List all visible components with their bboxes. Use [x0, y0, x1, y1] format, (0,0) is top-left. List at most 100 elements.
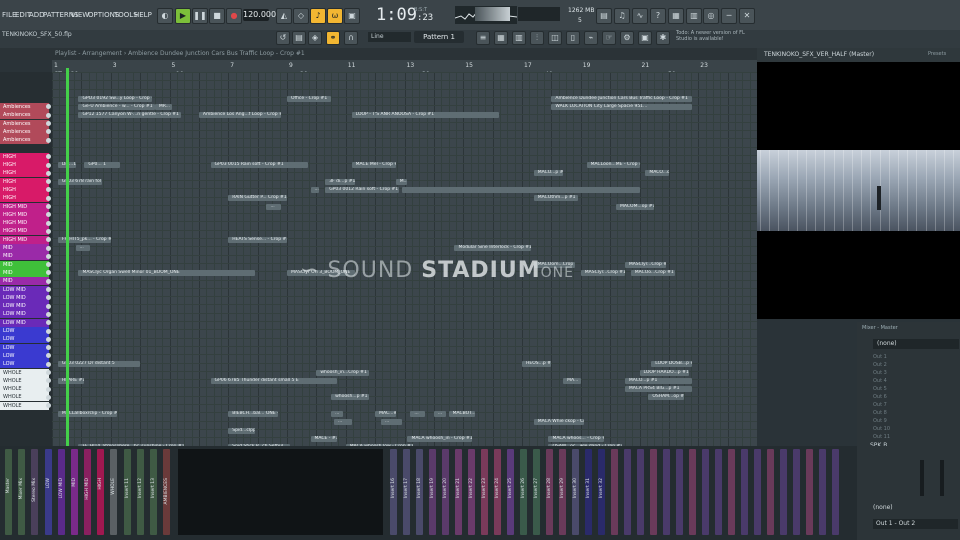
minimize-icon[interactable]: ─: [721, 8, 737, 24]
playlist-clip[interactable]: MACA whoos... - Crop #1: [548, 435, 605, 442]
playlist-clip[interactable]: MASClyr...Crop #1: [624, 261, 666, 268]
timeline-ruler[interactable]: [52, 60, 757, 72]
playlist-clip[interactable]: MACE - #1: [310, 435, 337, 442]
track-label[interactable]: LOW: [0, 327, 49, 335]
playlist-clip[interactable]: OSHAM...op #1: [648, 394, 684, 401]
playlist-clip[interactable]: MACO...op #1: [645, 170, 669, 177]
track-mute-icon[interactable]: [46, 195, 51, 201]
playhead[interactable]: [66, 68, 69, 446]
mixer-strip-extra[interactable]: [689, 449, 696, 535]
mixer-out-item[interactable]: Out 6: [873, 394, 887, 400]
track-mute-icon[interactable]: [46, 212, 51, 218]
tempo-display[interactable]: 120.000: [243, 9, 276, 21]
mixer-strip-extra[interactable]: [754, 449, 761, 535]
track-label[interactable]: LOW MID: [0, 318, 49, 327]
mixer-strip-extra[interactable]: [832, 449, 839, 535]
track-label[interactable]: HIGH: [0, 177, 49, 186]
playlist-clip[interactable]: GP03 678 rain fol: [57, 178, 102, 185]
mixer-input-select[interactable]: (none): [873, 339, 959, 349]
mixer-output-select[interactable]: Out 1 - Out 2: [873, 519, 958, 529]
playlist-clip[interactable]: MACA Whie ckop - Crop #1: [533, 419, 584, 426]
track-mute-icon[interactable]: [46, 137, 51, 143]
chat-icon[interactable]: ◎: [703, 8, 719, 24]
mixer-output-none[interactable]: (none): [873, 503, 955, 512]
playlist-clip[interactable]: ...: [266, 203, 282, 210]
track-mute-icon[interactable]: [46, 204, 51, 209]
track-mute-icon[interactable]: [46, 336, 51, 342]
file-icon[interactable]: ▯: [566, 31, 580, 45]
track-mute-icon[interactable]: [46, 187, 51, 193]
mixer-strip-extra[interactable]: [650, 449, 657, 535]
track-label[interactable]: LOW MID: [0, 285, 49, 294]
playlist-clip[interactable]: HEOS...p #1: [522, 361, 552, 368]
mixer-strip[interactable]: [71, 449, 78, 535]
track-mute-icon[interactable]: [46, 262, 51, 268]
track-label[interactable]: LOW: [0, 335, 49, 344]
record-icon[interactable]: ●: [226, 8, 242, 24]
help-icon[interactable]: ?: [650, 8, 666, 24]
playlist-clip[interactable]: GP03 0012 Rain soft - Crop #1: [325, 186, 399, 193]
magnet-icon[interactable]: ∩: [344, 31, 358, 45]
video-icon[interactable]: ▣: [638, 31, 652, 45]
track-mute-icon[interactable]: [46, 245, 51, 251]
mic-icon[interactable]: ♫: [614, 8, 630, 24]
mixer-out-item[interactable]: Out 10: [873, 426, 890, 432]
render-icon[interactable]: ◈: [308, 31, 322, 45]
track-label[interactable]: MID: [0, 260, 49, 269]
mixer-out-item[interactable]: Out 5: [873, 386, 887, 392]
playlist-clip[interactable]: MACO...p #1: [624, 377, 693, 384]
mixer-strip-extra[interactable]: [793, 449, 800, 535]
track-label[interactable]: MID: [0, 252, 49, 261]
playlist-clip[interactable]: GP03 0227 Dr distant 5: [57, 361, 141, 368]
playlist-clip[interactable]: 3F di...p #1: [325, 178, 355, 185]
track-label[interactable]: HIGH: [0, 161, 49, 169]
track-mute-icon[interactable]: [46, 112, 51, 118]
track-mute-icon[interactable]: [46, 228, 51, 234]
track-mute-icon[interactable]: [46, 320, 51, 326]
track-label[interactable]: HIGH MID: [0, 235, 49, 244]
track-label[interactable]: HIGH MID: [0, 227, 49, 236]
playlist-clip[interactable]: GP0... 1: [84, 162, 120, 168]
tempo-tap-icon[interactable]: ⚙: [620, 31, 634, 45]
playlist-clip[interactable]: MACBOT...#1: [448, 411, 475, 417]
playlist-clip[interactable]: ...: [334, 419, 352, 426]
mixer-strip-extra[interactable]: [663, 449, 670, 535]
playlist-clip[interactable]: MASClyr...Crop #1: [580, 269, 625, 276]
blend-icon[interactable]: ω: [327, 8, 343, 24]
playlist-clip[interactable]: MACOM...op #1: [616, 203, 655, 210]
mixer-out-item[interactable]: Out 9: [873, 418, 887, 424]
playlist-clip[interactable]: GP12 1577 Canyon W-...n gentle - Crop #1: [78, 112, 182, 119]
track-label[interactable]: LOW: [0, 343, 49, 352]
playlist-clip[interactable]: whoosh...p #1: [331, 394, 370, 401]
track-mute-icon[interactable]: [46, 361, 51, 367]
playlist-clip[interactable]: MACOo...Crop #1: [630, 269, 675, 276]
song-mode-button[interactable]: ▶: [175, 8, 191, 24]
fader-right[interactable]: [940, 460, 944, 496]
track-mute-icon[interactable]: [46, 179, 51, 185]
mixer-strip-extra[interactable]: [767, 449, 774, 535]
touch-icon[interactable]: ☞: [602, 31, 616, 45]
playlist-clip[interactable]: Office - Crop #1: [287, 95, 332, 102]
mixer-strip-extra[interactable]: [702, 449, 709, 535]
track-mute-icon[interactable]: [46, 394, 51, 400]
playlist-clip[interactable]: BIEBCH...bal... ONE - Crop #1: [228, 411, 279, 417]
mixer-strip-extra[interactable]: [676, 449, 683, 535]
mixer-out-item[interactable]: Out 8: [873, 410, 887, 416]
playlist-clip[interactable]: MA...: [563, 377, 581, 384]
playlist-clip[interactable]: MACLoon...ME - Crop #1: [586, 162, 640, 168]
playlist-clip[interactable]: MASClyc Organ Swell Minor 01_BOOM_ONE: [78, 269, 255, 276]
track-mute-icon[interactable]: [46, 353, 51, 359]
track-label[interactable]: Ambiences: [0, 111, 49, 120]
playlist-clip[interactable]: MAC...#1: [375, 411, 396, 417]
playlist-icon[interactable]: ≡: [476, 31, 490, 45]
track-label[interactable]: LOW MID: [0, 310, 49, 319]
track-label[interactable]: WHOLE: [0, 393, 49, 402]
menu-view[interactable]: VIEW: [71, 11, 89, 19]
playlist-clip[interactable]: MR...: [154, 103, 173, 110]
menu-help[interactable]: HELP: [134, 11, 152, 19]
wait-icon[interactable]: ◇: [293, 8, 309, 24]
track-label[interactable]: MID: [0, 244, 49, 252]
track-label[interactable]: MID: [0, 277, 49, 286]
mixer-strip-extra[interactable]: [819, 449, 826, 535]
mixer-out-item[interactable]: Out 3: [873, 370, 887, 376]
